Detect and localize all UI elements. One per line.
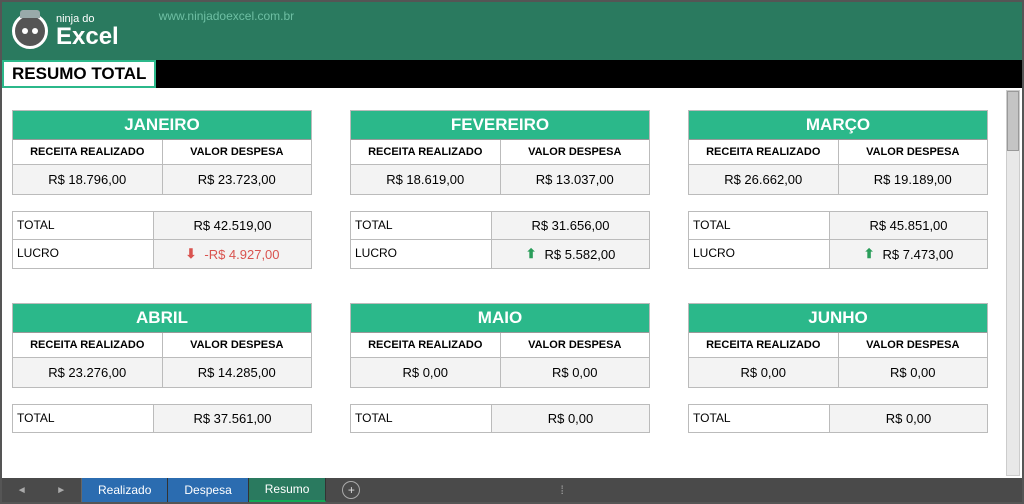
- total-value: R$ 37.561,00: [153, 405, 311, 432]
- despesa-header: VALOR DESPESA: [163, 333, 312, 358]
- month-name: JUNHO: [689, 304, 987, 333]
- despesa-header: VALOR DESPESA: [163, 140, 312, 165]
- splitter-grip-icon[interactable]: ⁞: [560, 483, 565, 497]
- lucro-row: LUCRO ⬇-R$ 4.927,00: [13, 239, 311, 268]
- month-card: MARÇO RECEITA REALIZADO VALOR DESPESA R$…: [688, 110, 988, 195]
- title-bar: RESUMO TOTAL: [2, 60, 1022, 88]
- lucro-value: ⬆R$ 5.582,00: [491, 240, 649, 268]
- lucro-row: LUCRO ⬆R$ 5.582,00: [351, 239, 649, 268]
- brand-bottom: Excel: [56, 25, 119, 49]
- receita-value: R$ 18.796,00: [13, 165, 163, 194]
- lucro-label: LUCRO: [689, 240, 829, 268]
- tab-nav-next-icon[interactable]: ►: [56, 485, 66, 496]
- despesa-value: R$ 23.723,00: [163, 165, 312, 194]
- scrollbar-thumb[interactable]: [1007, 91, 1019, 151]
- brand-logo: ninja do Excel: [12, 13, 119, 49]
- lucro-row: LUCRO ⬆R$ 7.473,00: [689, 239, 987, 268]
- total-row: TOTAL R$ 37.561,00: [13, 404, 311, 432]
- total-label: TOTAL: [689, 212, 829, 239]
- ninja-icon: [12, 13, 48, 49]
- month-summary: TOTAL R$ 45.851,00 LUCRO ⬆R$ 7.473,00: [688, 211, 988, 269]
- total-row: TOTAL R$ 0,00: [689, 404, 987, 432]
- month-card: JUNHO RECEITA REALIZADO VALOR DESPESA R$…: [688, 303, 988, 388]
- receita-header: RECEITA REALIZADO: [689, 333, 839, 358]
- total-row: TOTAL R$ 45.851,00: [689, 211, 987, 239]
- total-row: TOTAL R$ 31.656,00: [351, 211, 649, 239]
- sheet-tab-bar: ◄ ► Realizado Despesa Resumo + ⁞: [2, 478, 1022, 502]
- despesa-value: R$ 14.285,00: [163, 358, 312, 387]
- despesa-value: R$ 0,00: [501, 358, 650, 387]
- total-row: TOTAL R$ 42.519,00: [13, 211, 311, 239]
- despesa-value: R$ 19.189,00: [839, 165, 988, 194]
- tab-realizado[interactable]: Realizado: [82, 478, 168, 502]
- month-card: JANEIRO RECEITA REALIZADO VALOR DESPESA …: [12, 110, 312, 195]
- tab-resumo[interactable]: Resumo: [249, 478, 327, 502]
- despesa-value: R$ 13.037,00: [501, 165, 650, 194]
- receita-header: RECEITA REALIZADO: [689, 140, 839, 165]
- lucro-label: LUCRO: [351, 240, 491, 268]
- month-summary: TOTAL R$ 31.656,00 LUCRO ⬆R$ 5.582,00: [350, 211, 650, 269]
- arrow-up-icon: ⬆: [864, 246, 875, 262]
- month-name: MAIO: [351, 304, 649, 333]
- despesa-header: VALOR DESPESA: [501, 333, 650, 358]
- receita-header: RECEITA REALIZADO: [13, 140, 163, 165]
- summary-content: JANEIRO RECEITA REALIZADO VALOR DESPESA …: [2, 88, 1022, 433]
- total-label: TOTAL: [351, 405, 491, 432]
- month-name: FEVEREIRO: [351, 111, 649, 140]
- total-row: TOTAL R$ 0,00: [351, 404, 649, 432]
- despesa-value: R$ 0,00: [839, 358, 988, 387]
- page-title[interactable]: RESUMO TOTAL: [2, 60, 156, 88]
- despesa-header: VALOR DESPESA: [839, 333, 988, 358]
- total-label: TOTAL: [13, 212, 153, 239]
- receita-value: R$ 18.619,00: [351, 165, 501, 194]
- total-label: TOTAL: [13, 405, 153, 432]
- brand-header: ninja do Excel www.ninjadoexcel.com.br: [2, 2, 1022, 60]
- despesa-header: VALOR DESPESA: [501, 140, 650, 165]
- total-label: TOTAL: [689, 405, 829, 432]
- brand-url: www.ninjadoexcel.com.br: [159, 9, 294, 23]
- lucro-value: ⬇-R$ 4.927,00: [153, 240, 311, 268]
- total-value: R$ 42.519,00: [153, 212, 311, 239]
- tab-despesa[interactable]: Despesa: [168, 478, 248, 502]
- month-summary: TOTAL R$ 0,00: [688, 404, 988, 433]
- vertical-scrollbar[interactable]: [1006, 90, 1020, 476]
- add-sheet-button[interactable]: +: [342, 481, 360, 499]
- total-value: R$ 31.656,00: [491, 212, 649, 239]
- receita-header: RECEITA REALIZADO: [13, 333, 163, 358]
- arrow-down-icon: ⬇: [185, 246, 196, 262]
- tab-nav-arrows[interactable]: ◄ ►: [2, 478, 82, 502]
- month-name: ABRIL: [13, 304, 311, 333]
- month-summary: TOTAL R$ 0,00: [350, 404, 650, 433]
- total-value: R$ 0,00: [829, 405, 987, 432]
- month-summary: TOTAL R$ 42.519,00 LUCRO ⬇-R$ 4.927,00: [12, 211, 312, 269]
- month-card: FEVEREIRO RECEITA REALIZADO VALOR DESPES…: [350, 110, 650, 195]
- receita-value: R$ 23.276,00: [13, 358, 163, 387]
- despesa-header: VALOR DESPESA: [839, 140, 988, 165]
- lucro-label: LUCRO: [13, 240, 153, 268]
- receita-value: R$ 0,00: [689, 358, 839, 387]
- receita-value: R$ 26.662,00: [689, 165, 839, 194]
- month-card: ABRIL RECEITA REALIZADO VALOR DESPESA R$…: [12, 303, 312, 388]
- receita-header: RECEITA REALIZADO: [351, 333, 501, 358]
- receita-value: R$ 0,00: [351, 358, 501, 387]
- lucro-value: ⬆R$ 7.473,00: [829, 240, 987, 268]
- tab-nav-prev-icon[interactable]: ◄: [17, 485, 27, 496]
- total-value: R$ 0,00: [491, 405, 649, 432]
- month-summary: TOTAL R$ 37.561,00: [12, 404, 312, 433]
- month-name: JANEIRO: [13, 111, 311, 140]
- total-value: R$ 45.851,00: [829, 212, 987, 239]
- total-label: TOTAL: [351, 212, 491, 239]
- arrow-up-icon: ⬆: [526, 246, 537, 262]
- month-card: MAIO RECEITA REALIZADO VALOR DESPESA R$ …: [350, 303, 650, 388]
- receita-header: RECEITA REALIZADO: [351, 140, 501, 165]
- month-name: MARÇO: [689, 111, 987, 140]
